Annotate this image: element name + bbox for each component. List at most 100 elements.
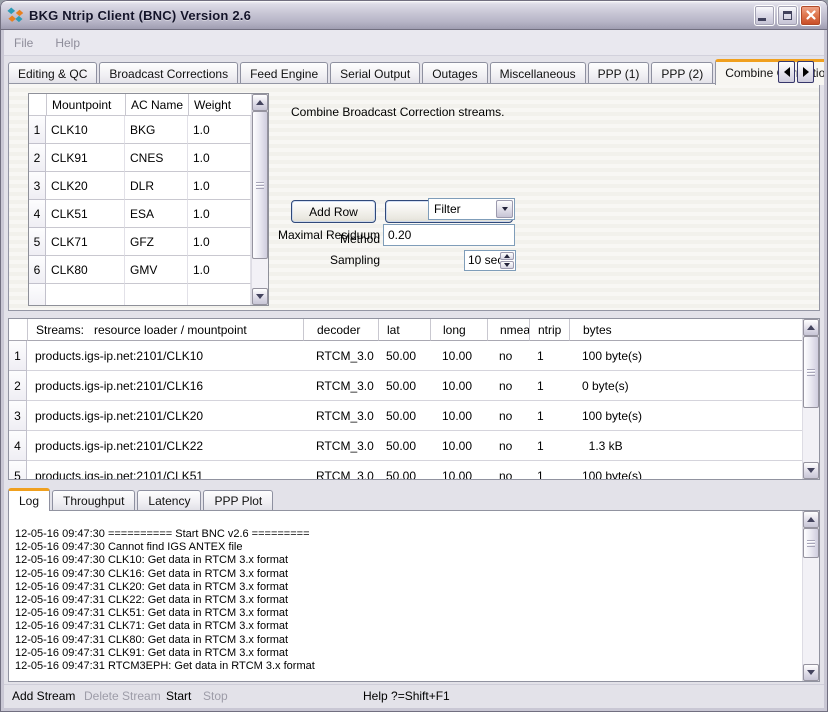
header-lat[interactable]: lat [378, 319, 430, 341]
cell-ac-name[interactable]: CNES [125, 144, 188, 172]
header-ntrip[interactable]: ntrip [529, 319, 569, 341]
close-button[interactable] [800, 5, 821, 26]
scrollbar-thumb[interactable] [803, 528, 819, 558]
scrollbar-thumb[interactable] [803, 336, 819, 408]
tab-serial-output[interactable]: Serial Output [330, 62, 420, 84]
menu-file[interactable]: File [14, 36, 33, 50]
method-select[interactable]: Filter [428, 198, 515, 220]
tab-broadcast-corrections[interactable]: Broadcast Corrections [99, 62, 238, 84]
cell-bytes[interactable]: 100 byte(s) [569, 401, 819, 431]
tab-latency[interactable]: Latency [137, 490, 201, 510]
cell-resource[interactable]: products.igs-ip.net:2101/CLK16 [27, 371, 303, 401]
tab-ppp-2[interactable]: PPP (2) [651, 62, 713, 84]
cell-long[interactable]: 10.00 [430, 401, 487, 431]
menu-help[interactable]: Help [55, 36, 80, 50]
cell-ac-name[interactable]: GMV [125, 256, 188, 284]
table-row[interactable]: 4 CLK51 ESA 1.0 [29, 200, 268, 228]
scroll-up-button[interactable] [803, 319, 819, 336]
cell-mountpoint[interactable]: CLK91 [46, 144, 125, 172]
maximal-residuum-input[interactable] [383, 224, 515, 246]
cell-mountpoint[interactable]: CLK71 [46, 228, 125, 256]
cell-mountpoint[interactable]: CLK80 [46, 256, 125, 284]
tab-log[interactable]: Log [8, 488, 50, 511]
cell-decoder[interactable]: RTCM_3.0 [303, 401, 378, 431]
header-decoder[interactable]: decoder [303, 319, 378, 341]
tab-ppp-1[interactable]: PPP (1) [588, 62, 650, 84]
table-row[interactable]: 6 CLK80 GMV 1.0 [29, 256, 268, 284]
stream-row[interactable]: 2 products.igs-ip.net:2101/CLK16 RTCM_3.… [9, 371, 819, 401]
cell-resource[interactable]: products.igs-ip.net:2101/CLK20 [27, 401, 303, 431]
header-resource[interactable]: Streams: resource loader / mountpoint [27, 319, 303, 341]
header-nmea[interactable]: nmea [487, 319, 529, 341]
cell-bytes[interactable]: 100 byte(s) [569, 341, 819, 371]
tab-scroll-right-button[interactable] [797, 61, 814, 83]
cell-decoder[interactable]: RTCM_3.0 [303, 341, 378, 371]
cell-long[interactable]: 10.00 [430, 461, 487, 480]
add-row-button[interactable]: Add Row [291, 200, 376, 223]
cell-decoder[interactable]: RTCM_3.0 [303, 461, 378, 480]
cell-mountpoint[interactable]: CLK10 [46, 116, 125, 144]
cell-long[interactable]: 10.00 [430, 371, 487, 401]
cell-resource[interactable]: products.igs-ip.net:2101/CLK51 [27, 461, 303, 480]
tab-throughput[interactable]: Throughput [52, 490, 135, 510]
cell-nmea[interactable]: no [487, 431, 529, 461]
header-mountpoint[interactable]: Mountpoint [46, 94, 125, 116]
table-row[interactable]: 5 CLK71 GFZ 1.0 [29, 228, 268, 256]
cell-nmea[interactable]: no [487, 371, 529, 401]
stream-row[interactable]: 5 products.igs-ip.net:2101/CLK51 RTCM_3.… [9, 461, 819, 480]
tab-ppp-plot[interactable]: PPP Plot [203, 490, 273, 510]
cell-bytes[interactable]: 1.3 kB [569, 431, 819, 461]
table-row[interactable]: 2 CLK91 CNES 1.0 [29, 144, 268, 172]
scrollbar-track[interactable] [803, 528, 818, 664]
cell-resource[interactable]: products.igs-ip.net:2101/CLK22 [27, 431, 303, 461]
cell-long[interactable]: 10.00 [430, 431, 487, 461]
tab-editing-qc[interactable]: Editing & QC [8, 62, 97, 84]
stream-row[interactable]: 3 products.igs-ip.net:2101/CLK20 RTCM_3.… [9, 401, 819, 431]
tab-miscellaneous[interactable]: Miscellaneous [490, 62, 586, 84]
minimize-button[interactable] [754, 5, 775, 26]
cell-weight[interactable]: 1.0 [188, 172, 251, 200]
cell-ntrip[interactable]: 1 [529, 461, 569, 480]
cell-lat[interactable]: 50.00 [378, 401, 430, 431]
stream-row[interactable]: 4 products.igs-ip.net:2101/CLK22 RTCM_3.… [9, 431, 819, 461]
cell-bytes[interactable]: 0 byte(s) [569, 371, 819, 401]
cell-mountpoint[interactable]: CLK51 [46, 200, 125, 228]
cell-decoder[interactable]: RTCM_3.0 [303, 431, 378, 461]
cell-weight[interactable]: 1.0 [188, 144, 251, 172]
header-ac-name[interactable]: AC Name [125, 94, 188, 116]
cell-lat[interactable]: 50.00 [378, 431, 430, 461]
cell-nmea[interactable]: no [487, 461, 529, 480]
table-row[interactable]: 1 CLK10 BKG 1.0 [29, 116, 268, 144]
table-row[interactable]: 3 CLK20 DLR 1.0 [29, 172, 268, 200]
cell-weight[interactable]: 1.0 [188, 116, 251, 144]
header-bytes[interactable]: bytes [569, 319, 819, 341]
cell-long[interactable]: 10.00 [430, 341, 487, 371]
cell-ntrip[interactable]: 1 [529, 401, 569, 431]
spin-up-button[interactable] [500, 252, 514, 260]
cell-ntrip[interactable]: 1 [529, 431, 569, 461]
cell-lat[interactable]: 50.00 [378, 341, 430, 371]
cell-nmea[interactable]: no [487, 401, 529, 431]
scroll-down-button[interactable] [803, 664, 819, 681]
spin-down-button[interactable] [500, 261, 514, 269]
tab-scroll-left-button[interactable] [778, 61, 795, 83]
cell-bytes[interactable]: 100 byte(s) [569, 461, 819, 480]
header-weight[interactable]: Weight [188, 94, 251, 116]
cell-resource[interactable]: products.igs-ip.net:2101/CLK10 [27, 341, 303, 371]
sampling-spinner[interactable]: 10 sec [464, 250, 516, 271]
cell-nmea[interactable]: no [487, 341, 529, 371]
scroll-up-button[interactable] [803, 511, 819, 528]
cell-decoder[interactable]: RTCM_3.0 [303, 371, 378, 401]
start-action[interactable]: Start [166, 689, 191, 703]
cell-lat[interactable]: 50.00 [378, 371, 430, 401]
cell-lat[interactable]: 50.00 [378, 461, 430, 480]
scroll-up-button[interactable] [252, 94, 268, 111]
scroll-down-button[interactable] [252, 288, 268, 305]
method-dropdown-button[interactable] [496, 200, 513, 218]
stream-row[interactable]: 1 products.igs-ip.net:2101/CLK10 RTCM_3.… [9, 341, 819, 371]
scroll-down-button[interactable] [803, 462, 819, 479]
maximize-button[interactable] [777, 5, 798, 26]
cell-ac-name[interactable]: GFZ [125, 228, 188, 256]
scrollbar-track[interactable] [803, 336, 818, 462]
header-long[interactable]: long [430, 319, 487, 341]
